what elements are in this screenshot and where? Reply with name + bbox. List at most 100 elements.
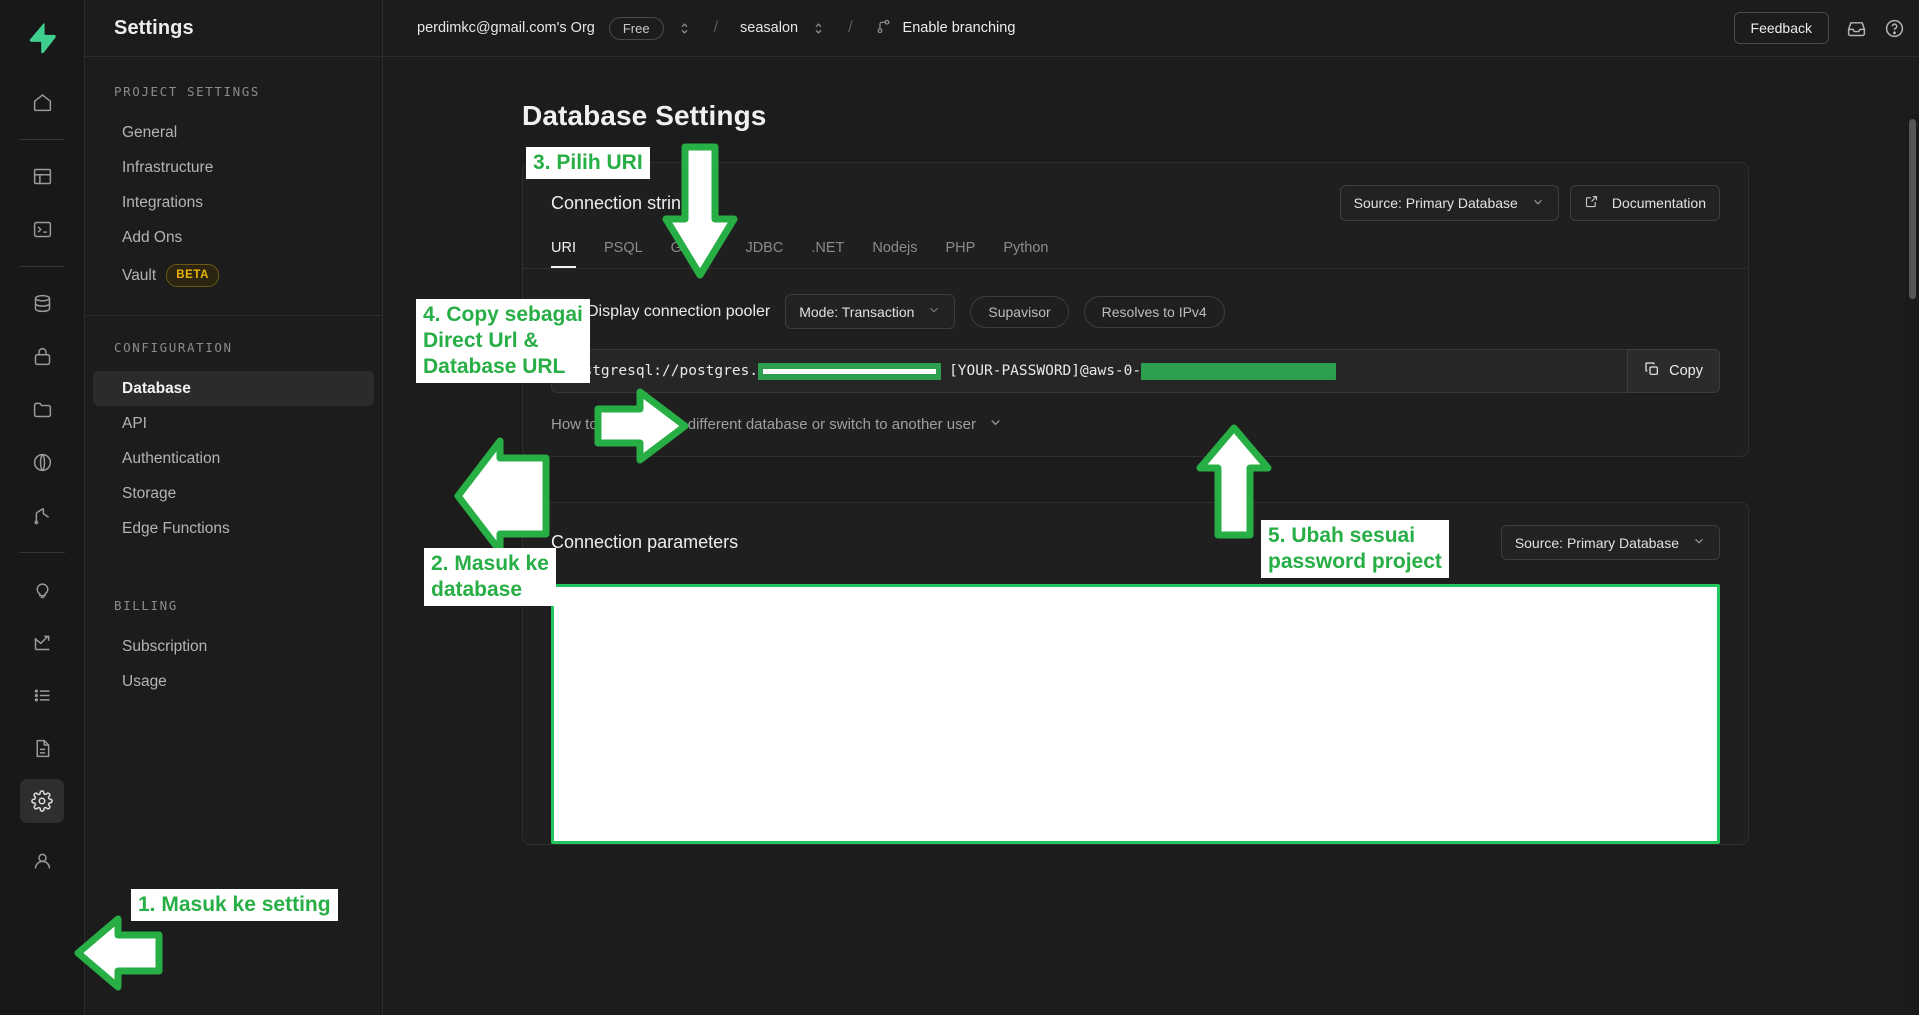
rail-divider-2 (19, 266, 65, 267)
nav-gap-2 (85, 572, 382, 598)
pooler-mode-label: Mode: Transaction (799, 303, 915, 320)
connection-string-title: Connection string (551, 192, 692, 213)
sidebar-item-subscription[interactable]: Subscription (93, 629, 374, 664)
chevron-down-icon-params (1692, 534, 1706, 551)
source-select-connection-string[interactable]: Source: Primary Database (1339, 185, 1559, 221)
feedback-button[interactable]: Feedback (1733, 12, 1829, 44)
source-select-label: Source: Primary Database (1353, 195, 1518, 211)
reports-chart-icon[interactable] (20, 620, 64, 664)
sidebar-item-authentication[interactable]: Authentication (93, 441, 374, 476)
source-select-label-params: Source: Primary Database (1514, 534, 1679, 551)
project-name[interactable]: seasalon (740, 20, 798, 36)
home-icon[interactable] (20, 80, 64, 124)
supabase-logo-icon[interactable] (20, 16, 64, 60)
settings-sidebar: Settings PROJECT SETTINGS General Infras… (85, 0, 383, 1015)
sidebar-item-integrations[interactable]: Integrations (93, 185, 374, 220)
pooler-mode-select[interactable]: Mode: Transaction (785, 294, 956, 329)
settings-gear-icon[interactable] (20, 779, 64, 823)
project-switcher-chevron-icon[interactable] (811, 21, 826, 36)
chevron-down-icon-mode (927, 303, 941, 320)
realtime-icon[interactable] (20, 493, 64, 537)
enable-branching-button[interactable]: Enable branching (875, 18, 1016, 39)
how-to-connect-accordion[interactable]: How to connect to a different database o… (523, 393, 1748, 456)
tab-php[interactable]: PHP (945, 233, 975, 268)
chip-resolves-to-ipv4[interactable]: Resolves to IPv4 (1083, 295, 1225, 328)
auth-lock-icon[interactable] (20, 334, 64, 378)
storage-folder-icon[interactable] (20, 387, 64, 431)
sidebar-item-edge-functions[interactable]: Edge Functions (93, 511, 374, 546)
logs-list-icon[interactable] (20, 673, 64, 717)
tab-psql[interactable]: PSQL (604, 233, 643, 268)
connection-string-card: Connection string Source: Primary Databa… (522, 162, 1749, 457)
section-label-project-settings: PROJECT SETTINGS (114, 84, 261, 99)
branch-icon (875, 18, 892, 39)
redacted-host (1141, 362, 1337, 380)
external-link-icon (1584, 194, 1599, 212)
nav-gap (85, 546, 382, 572)
tab-nodejs[interactable]: Nodejs (872, 233, 917, 268)
sidebar-item-storage[interactable]: Storage (93, 476, 374, 511)
settings-nav: PROJECT SETTINGS General Infrastructure … (85, 57, 382, 699)
database-icon[interactable] (20, 281, 64, 325)
scroll-area: Database Settings Connection string Sour… (383, 57, 1919, 1015)
connection-parameters-header: Connection parameters Source: Primary Da… (523, 503, 1748, 564)
api-docs-icon[interactable] (20, 726, 64, 770)
sidebar-item-general[interactable]: General (93, 115, 374, 150)
edge-functions-icon[interactable] (20, 440, 64, 484)
enable-branching-label: Enable branching (902, 20, 1016, 36)
connection-parameters-header-actions: Source: Primary Database (1500, 525, 1720, 560)
connection-string-tabs: URI PSQL Golang JDBC .NET Nodejs PHP Pyt… (523, 221, 1748, 269)
connection-string-password-placeholder: [YOUR-PASSWORD] (949, 363, 1081, 379)
tab-dotnet[interactable]: .NET (811, 233, 844, 268)
display-connection-pooler-checkbox[interactable]: ✓ (551, 301, 572, 322)
connection-parameters-card: Connection parameters Source: Primary Da… (522, 502, 1749, 845)
chevron-down-icon (1531, 195, 1545, 212)
connection-parameters-title: Connection parameters (551, 532, 739, 552)
sidebar-item-database[interactable]: Database (93, 371, 374, 406)
user-avatar-icon[interactable] (20, 838, 64, 882)
tab-python[interactable]: Python (1003, 233, 1048, 268)
sidebar-item-api[interactable]: API (93, 406, 374, 441)
vault-beta-badge: BETA (166, 264, 220, 287)
sidebar-item-add-ons[interactable]: Add Ons (93, 220, 374, 255)
sidebar-item-vault[interactable]: Vault BETA (93, 255, 374, 296)
advisors-bulb-icon[interactable] (20, 567, 64, 611)
icon-rail (0, 0, 85, 1015)
source-select-connection-parameters[interactable]: Source: Primary Database (1500, 525, 1720, 560)
copy-icon (1644, 361, 1660, 381)
rail-divider-3 (19, 552, 65, 553)
org-switcher-chevron-icon[interactable] (677, 21, 692, 36)
main-content: perdimkc@gmail.com's Org Free / seasalon… (383, 0, 1919, 1015)
connection-string-host-prefix: @aws-0- (1080, 363, 1142, 379)
pooler-row: ✓ Display connection pooler Mode: Transa… (523, 269, 1748, 329)
inbox-icon[interactable] (1846, 18, 1867, 39)
connection-string-header-actions: Source: Primary Database Documentation (1339, 185, 1720, 221)
documentation-button[interactable]: Documentation (1569, 185, 1720, 221)
rail-divider (19, 139, 65, 140)
sidebar-item-infrastructure[interactable]: Infrastructure (93, 150, 374, 185)
page-title: Database Settings (522, 100, 767, 131)
top-bar: perdimkc@gmail.com's Org Free / seasalon… (383, 0, 1919, 57)
table-editor-icon[interactable] (20, 154, 64, 198)
settings-header: Settings (85, 0, 382, 57)
copy-connection-string-button[interactable]: Copy (1627, 349, 1720, 393)
tab-jdbc[interactable]: JDBC (745, 233, 783, 268)
org-name[interactable]: perdimkc@gmail.com's Org (417, 20, 595, 36)
copy-label: Copy (1669, 363, 1703, 379)
connection-string-prefix: postgresql://postgres. (566, 363, 759, 379)
topbar-right: Feedback (1733, 12, 1905, 44)
connection-parameters-redacted-area (551, 584, 1720, 844)
nav-divider (85, 315, 382, 316)
sidebar-item-label-vault: Vault (122, 267, 157, 284)
chip-supavisor[interactable]: Supavisor (970, 295, 1069, 328)
connection-string-input[interactable]: postgresql://postgres. [YOUR-PASSWORD] @aw… (551, 349, 1628, 393)
tab-golang[interactable]: Golang (671, 233, 718, 268)
sidebar-item-usage[interactable]: Usage (93, 664, 374, 699)
page-title-settings: Settings (114, 16, 194, 39)
tab-uri[interactable]: URI (551, 233, 576, 268)
help-circle-icon[interactable] (1884, 18, 1905, 39)
connection-string-row: postgresql://postgres. [YOUR-PASSWORD] @aw… (523, 329, 1748, 393)
scrollbar-thumb[interactable] (1909, 119, 1916, 299)
display-connection-pooler-label: Display connection pooler (587, 302, 771, 320)
sql-editor-icon[interactable] (20, 207, 64, 251)
